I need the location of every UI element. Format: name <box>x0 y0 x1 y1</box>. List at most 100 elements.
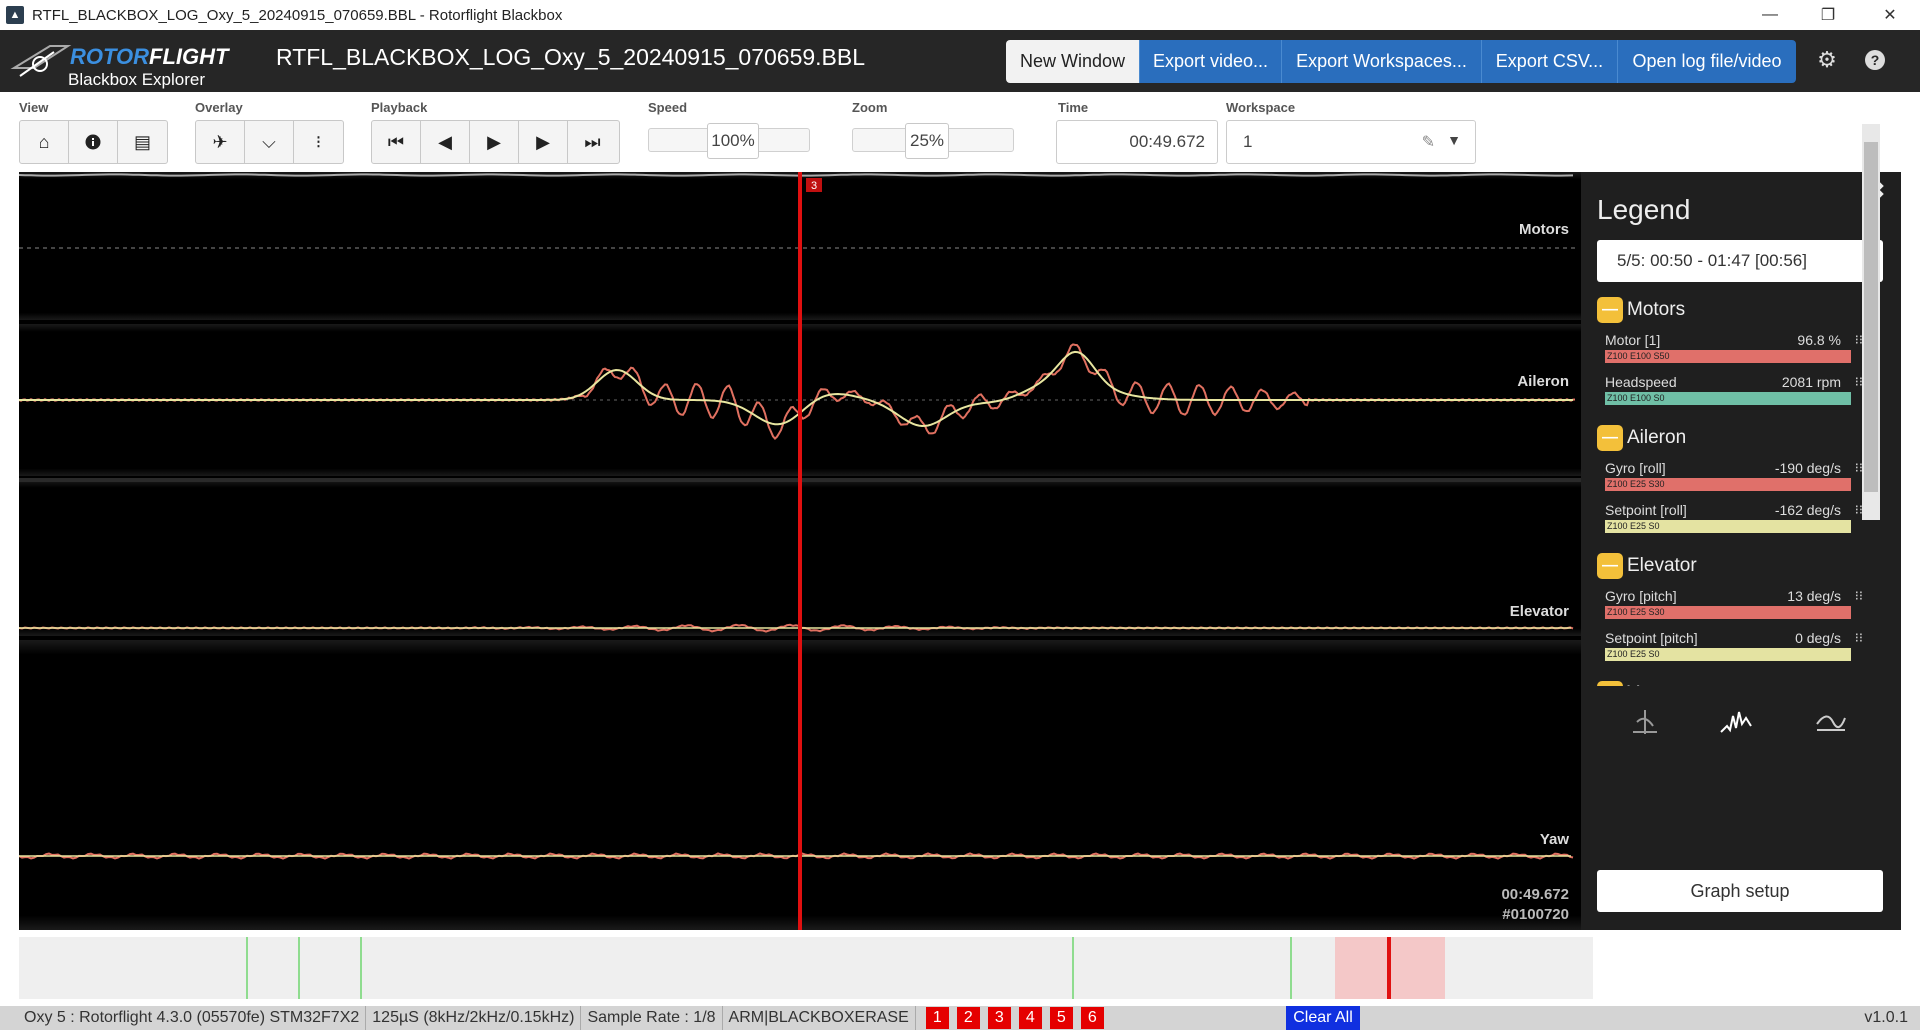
analyser-icon[interactable]: ⁝⁝ <box>1855 588 1863 604</box>
marker-button-1[interactable]: 1 <box>925 1007 949 1029</box>
logo-brand-2: FLIGHT <box>149 44 229 69</box>
app-icon: ▲ <box>6 6 24 24</box>
legend-row[interactable]: Motor [1] 96.8 % ⁝⁝ Z100 E100 S50 <box>1605 324 1869 366</box>
legend-group-header[interactable]: — Motors <box>1597 296 1869 324</box>
gear-icon[interactable]: ⚙ <box>1814 47 1840 75</box>
timeline-svg <box>246 937 1445 999</box>
sticks-overlay-icon[interactable]: ⌵ <box>245 121 294 163</box>
legend-tools <box>1597 704 1883 744</box>
open-log-button[interactable]: Open log file/video <box>1618 40 1796 83</box>
legend-group-name: Yaw <box>1627 683 1663 686</box>
aileron-axis-label: Aileron <box>1517 373 1569 390</box>
marker-button-2[interactable]: 2 <box>956 1007 980 1029</box>
log-timeline[interactable] <box>19 937 1593 999</box>
marker-button-5[interactable]: 5 <box>1049 1007 1073 1029</box>
marker-button-4[interactable]: 4 <box>1018 1007 1042 1029</box>
legend-field-value: -190 deg/s <box>1774 460 1841 476</box>
smoothing-tool-icon[interactable] <box>1813 704 1849 740</box>
log-table-icon[interactable]: ▤ <box>118 121 167 163</box>
scrollbar-thumb[interactable] <box>1864 142 1878 492</box>
legend-group-header[interactable]: — Yaw <box>1597 680 1869 686</box>
minimize-button[interactable]: — <box>1742 0 1798 30</box>
legend-color-bar[interactable]: Z100 E100 S50 <box>1605 350 1851 363</box>
overlay-label: Overlay <box>195 100 243 115</box>
legend-list: — Motors Motor [1] 96.8 % ⁝⁝ Z100 E100 S50 Hea… <box>1597 296 1869 686</box>
zoom-value[interactable]: 25% <box>905 123 949 159</box>
logo-text: ROTORFLIGHT <box>70 44 228 70</box>
legend-group: —YawGyro [yaw]5 deg/s⁝⁝Z100 E25 S30Setpo… <box>1597 680 1869 686</box>
analyser-icon[interactable]: ⁝⁝ <box>1855 630 1863 646</box>
clear-all-button[interactable]: Clear All <box>1286 1006 1360 1030</box>
new-window-button[interactable]: New Window <box>1006 40 1140 83</box>
help-icon[interactable]: ? <box>1862 47 1888 75</box>
collapse-icon[interactable]: — <box>1597 553 1623 579</box>
status-loop: 125µS (8kHz/2kHz/0.15kHz) <box>366 1006 582 1030</box>
legend-color-bar[interactable]: Z100 E25 S0 <box>1605 520 1851 533</box>
graph-canvas[interactable]: 3 Motors Aileron Elevator Yaw 00:49.672 … <box>19 172 1581 930</box>
legend-color-bar[interactable]: Z100 E25 S30 <box>1605 478 1851 491</box>
app-logo: ROTORFLIGHT Blackbox Explorer <box>10 34 230 90</box>
craft-overlay-icon[interactable]: ✈ <box>196 121 245 163</box>
marker-flag-label: 3 <box>811 180 817 192</box>
maximize-button[interactable]: ❐ <box>1800 0 1856 30</box>
export-video-button[interactable]: Export video... <box>1140 40 1282 83</box>
logo-brand: ROTOR <box>70 44 150 69</box>
legend-group-name: Elevator <box>1627 555 1697 576</box>
legend-group-header[interactable]: — Elevator <box>1597 552 1869 580</box>
collapse-icon[interactable]: — <box>1597 681 1623 686</box>
jump-end-icon[interactable]: ⏭ <box>568 121 617 163</box>
export-csv-button[interactable]: Export CSV... <box>1482 40 1618 83</box>
step-forward-icon[interactable]: ▶ <box>519 121 568 163</box>
workspace-value: 1 <box>1243 132 1253 151</box>
legend-color-bar[interactable]: Z100 E25 S0 <box>1605 648 1851 661</box>
workspace-select[interactable]: 1 ✎ ▼ <box>1226 120 1476 164</box>
collapse-icon[interactable]: — <box>1597 425 1623 451</box>
play-icon[interactable]: ▶ <box>470 121 519 163</box>
app-header: ROTORFLIGHT Blackbox Explorer RTFL_BLACK… <box>0 30 1920 92</box>
zoom-slider[interactable]: 25% <box>852 123 1014 159</box>
speed-slider[interactable]: 100% <box>648 123 810 159</box>
legend-color-bar[interactable]: Z100 E100 S0 <box>1605 392 1851 405</box>
toolbar: View ⌂ ▤ Overlay ✈ ⌵ ⁝ Playback ⏮ ◀ ▶ ▶ … <box>0 92 1920 172</box>
info-icon[interactable] <box>69 121 118 163</box>
legend-row[interactable]: Setpoint [pitch] 0 deg/s ⁝⁝ Z100 E25 S0 <box>1605 622 1869 664</box>
legend-row[interactable]: Setpoint [roll] -162 deg/s ⁝⁝ Z100 E25 S0 <box>1605 494 1869 536</box>
marker-button-6[interactable]: 6 <box>1080 1007 1104 1029</box>
graph-setup-button[interactable]: Graph setup <box>1597 870 1883 912</box>
spectrum-tool-icon[interactable] <box>1719 704 1755 740</box>
close-window-button[interactable]: ✕ <box>1862 0 1918 30</box>
home-icon[interactable]: ⌂ <box>20 121 69 163</box>
log-file-name: RTFL_BLACKBOX_LOG_Oxy_5_20240915_070659.… <box>276 44 866 70</box>
pencil-icon[interactable]: ✎ <box>1422 132 1435 152</box>
collapse-icon[interactable]: — <box>1597 297 1623 323</box>
speed-value[interactable]: 100% <box>707 123 759 159</box>
export-workspaces-button[interactable]: Export Workspaces... <box>1282 40 1482 83</box>
legend-field-name: Headspeed <box>1605 374 1677 390</box>
legend-field-value: 13 deg/s <box>1787 588 1841 604</box>
legend-field-value: 0 deg/s <box>1795 630 1841 646</box>
time-label: Time <box>1058 100 1089 115</box>
legend-color-bar[interactable]: Z100 E25 S30 <box>1605 606 1851 619</box>
legend-row[interactable]: Headspeed 2081 rpm ⁝⁝ Z100 E100 S0 <box>1605 366 1869 408</box>
jump-start-icon[interactable]: ⏮ <box>372 121 421 163</box>
legend-title: Legend <box>1597 194 1691 225</box>
cursor-time-readout: 00:49.672 <box>1501 886 1569 903</box>
legend-field-name: Gyro [pitch] <box>1605 588 1677 604</box>
sticks-tool-icon[interactable] <box>1627 704 1663 740</box>
legend-row[interactable]: Gyro [roll] -190 deg/s ⁝⁝ Z100 E25 S30 <box>1605 452 1869 494</box>
analyser-overlay-icon[interactable]: ⁝ <box>294 121 343 163</box>
step-back-icon[interactable]: ◀ <box>421 121 470 163</box>
legend-group-header[interactable]: — Aileron <box>1597 424 1869 452</box>
status-bar: Oxy 5 : Rotorflight 4.3.0 (05570fe) STM3… <box>0 1006 1920 1030</box>
cursor-frame-readout: #0100720 <box>1502 906 1569 923</box>
marker-button-3[interactable]: 3 <box>987 1007 1011 1029</box>
window-title: RTFL_BLACKBOX_LOG_Oxy_5_20240915_070659.… <box>32 6 563 24</box>
legend-field-value: 96.8 % <box>1797 332 1841 348</box>
playback-group: ⏮ ◀ ▶ ▶ ⏭ <box>371 120 620 164</box>
legend-row[interactable]: Gyro [pitch] 13 deg/s ⁝⁝ Z100 E25 S30 <box>1605 580 1869 622</box>
log-range-select[interactable]: 5/5: 00:50 - 01:47 [00:56] ⌄ <box>1597 240 1883 282</box>
time-input[interactable]: 00:49.672 <box>1056 120 1218 164</box>
helicopter-logo-icon <box>10 45 72 77</box>
legend-scrollbar[interactable] <box>1862 124 1880 520</box>
chevron-down-icon[interactable]: ▼ <box>1447 132 1461 148</box>
